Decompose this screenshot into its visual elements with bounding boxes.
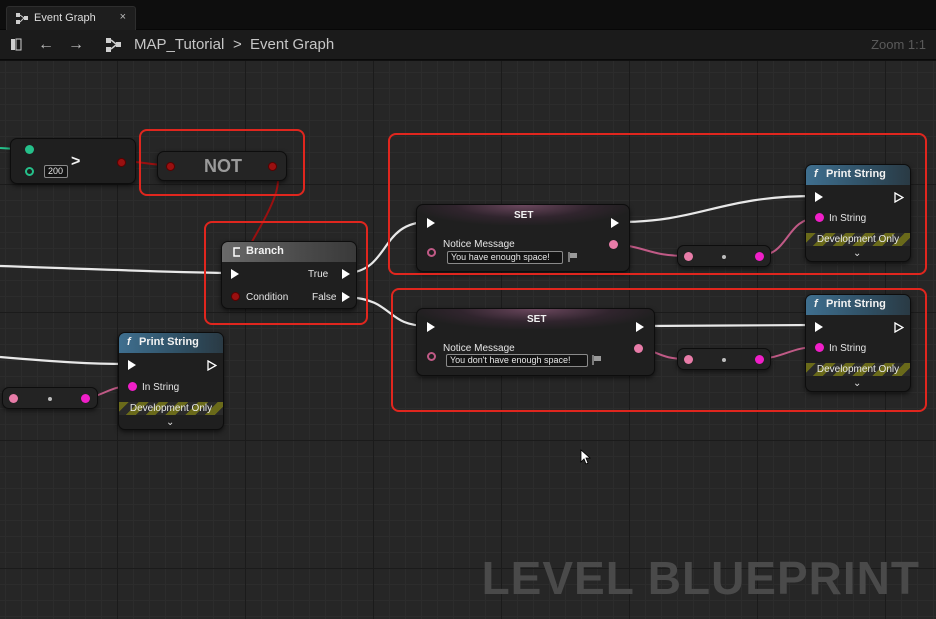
highlight-box-branch <box>204 221 368 325</box>
graph-icon <box>16 13 28 24</box>
exec-input-pin[interactable] <box>128 360 136 370</box>
int-input-pin[interactable] <box>25 167 34 176</box>
compare-operator: > <box>71 153 81 170</box>
forward-arrow-icon[interactable]: → <box>68 36 84 54</box>
highlight-box-false-path <box>391 288 927 412</box>
string-output-pin[interactable] <box>81 394 90 403</box>
tab-label: Event Graph <box>34 12 96 24</box>
reroute-dot <box>48 397 52 401</box>
exec-output-pin[interactable] <box>207 360 217 371</box>
back-arrow-icon[interactable]: ← <box>38 36 54 54</box>
bookmark-icon[interactable] <box>9 36 23 54</box>
breadcrumb-root[interactable]: MAP_Tutorial <box>134 36 224 54</box>
int-input-pin[interactable] <box>25 145 34 154</box>
graph-icon <box>106 38 121 52</box>
reroute-node[interactable] <box>2 387 98 409</box>
highlight-box-true-path <box>388 133 927 275</box>
print-string-node-left[interactable]: f Print String In String Development Onl… <box>118 332 224 430</box>
toolbar: ← → MAP_Tutorial > Event Graph Zoom 1:1 <box>0 30 936 60</box>
tab-event-graph[interactable]: Event Graph × <box>6 6 136 30</box>
function-icon: f <box>127 336 131 348</box>
level-blueprint-watermark: LEVEL BLUEPRINT <box>481 552 920 604</box>
in-string-label: In String <box>142 382 180 393</box>
development-only-bar: Development Only <box>119 402 223 415</box>
compare-node[interactable]: 200 > <box>10 138 136 184</box>
tab-bar: Event Graph × <box>0 0 936 30</box>
bool-output-pin[interactable] <box>117 158 126 167</box>
print-title: Print String <box>139 336 199 348</box>
zoom-level: Zoom 1:1 <box>871 37 926 52</box>
close-icon[interactable]: × <box>120 11 126 23</box>
breadcrumb-separator: > <box>233 36 242 53</box>
chevron-down-icon[interactable]: ⌄ <box>166 417 174 428</box>
highlight-box-not <box>139 129 305 196</box>
string-input-pin[interactable] <box>9 394 18 403</box>
mouse-cursor-icon <box>580 449 592 465</box>
string-input-pin[interactable] <box>128 382 137 391</box>
breadcrumb-current[interactable]: Event Graph <box>250 36 334 54</box>
int-value-field[interactable]: 200 <box>44 165 68 178</box>
